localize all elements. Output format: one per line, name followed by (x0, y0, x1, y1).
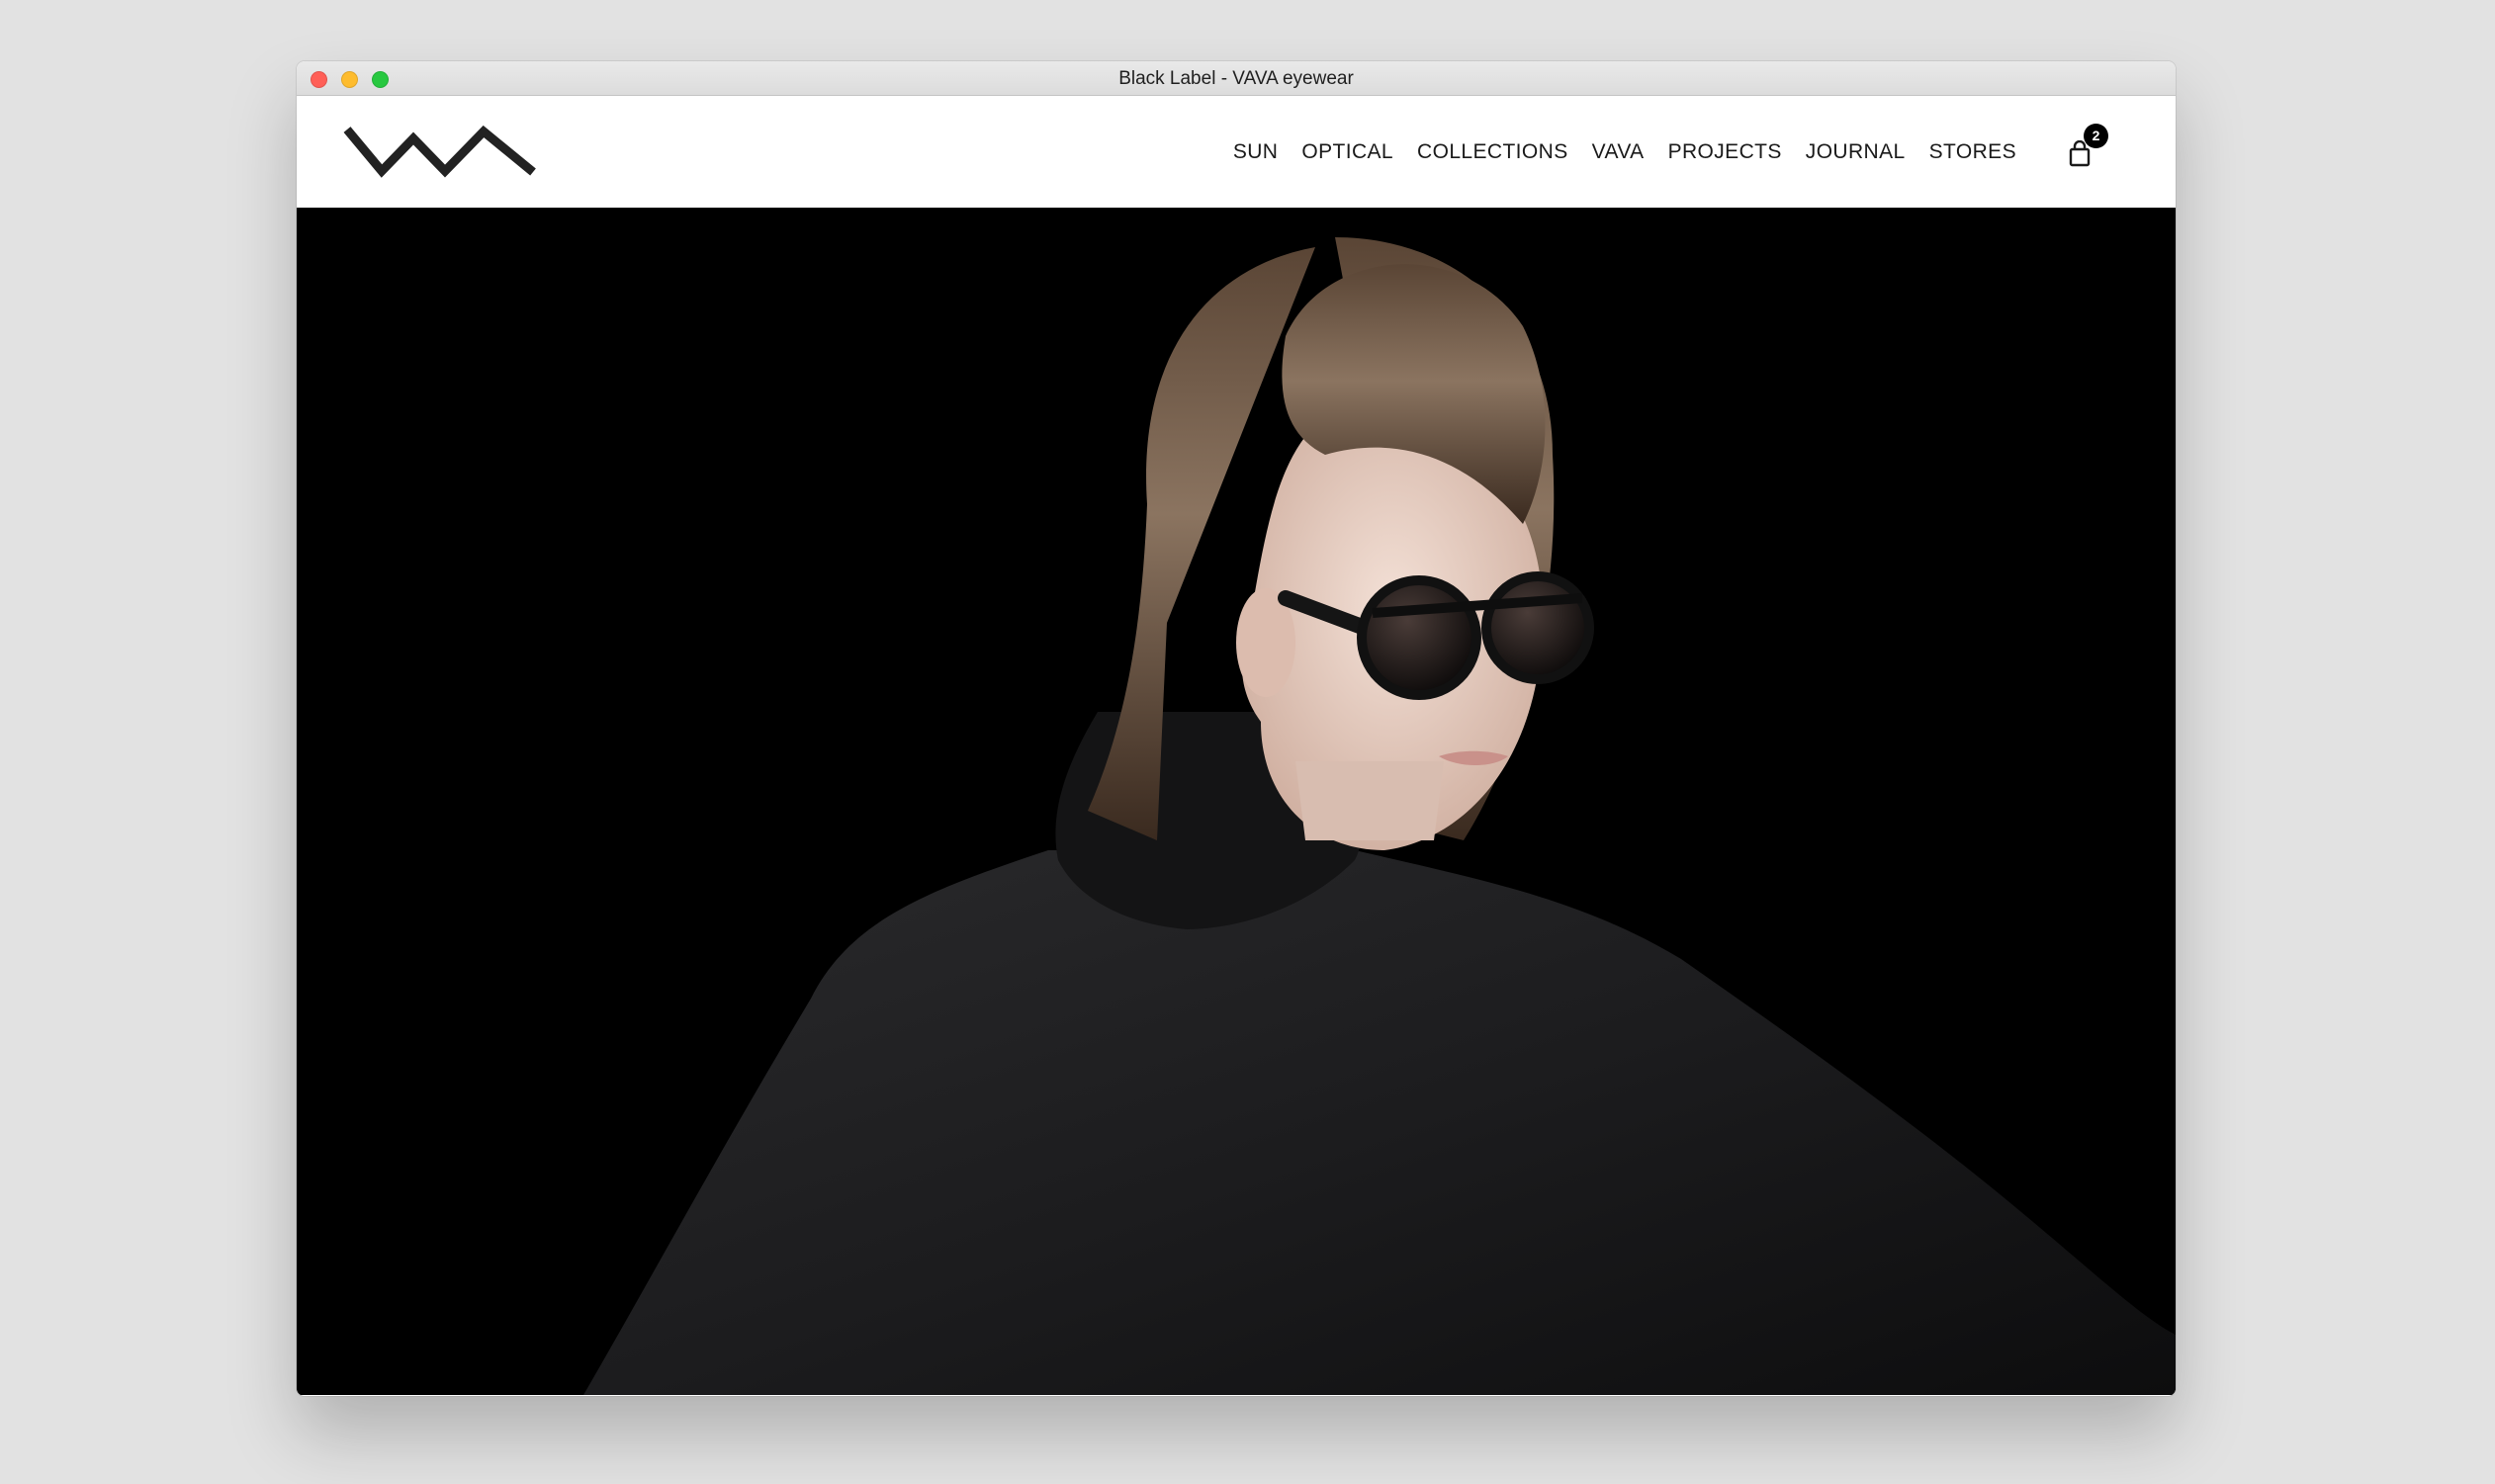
window-title: Black Label - VAVA eyewear (1118, 68, 1354, 89)
cart-count-badge: 2 (2084, 124, 2108, 148)
cart-button[interactable]: 2 (2063, 124, 2108, 170)
main-navigation: SUN OPTICAL COLLECTIONS VAVA PROJECTS JO… (1233, 96, 2016, 208)
nav-item-stores[interactable]: STORES (1929, 140, 2016, 164)
vava-logo[interactable] (342, 123, 540, 178)
nav-item-collections[interactable]: COLLECTIONS (1417, 140, 1568, 164)
nav-item-journal[interactable]: JOURNAL (1806, 140, 1906, 164)
nav-item-projects[interactable]: PROJECTS (1668, 140, 1782, 164)
hero-banner[interactable] (297, 208, 2176, 1395)
window-titlebar: Black Label - VAVA eyewear (297, 61, 2176, 96)
site-header: SUN OPTICAL COLLECTIONS VAVA PROJECTS JO… (297, 96, 2176, 208)
nav-item-sun[interactable]: SUN (1233, 140, 1279, 164)
nav-item-optical[interactable]: OPTICAL (1301, 140, 1393, 164)
nav-item-vava[interactable]: VAVA (1592, 140, 1645, 164)
browser-window: Black Label - VAVA eyewear SUN OPTICAL C… (297, 61, 2176, 1396)
hero-model-image (297, 208, 2176, 1395)
